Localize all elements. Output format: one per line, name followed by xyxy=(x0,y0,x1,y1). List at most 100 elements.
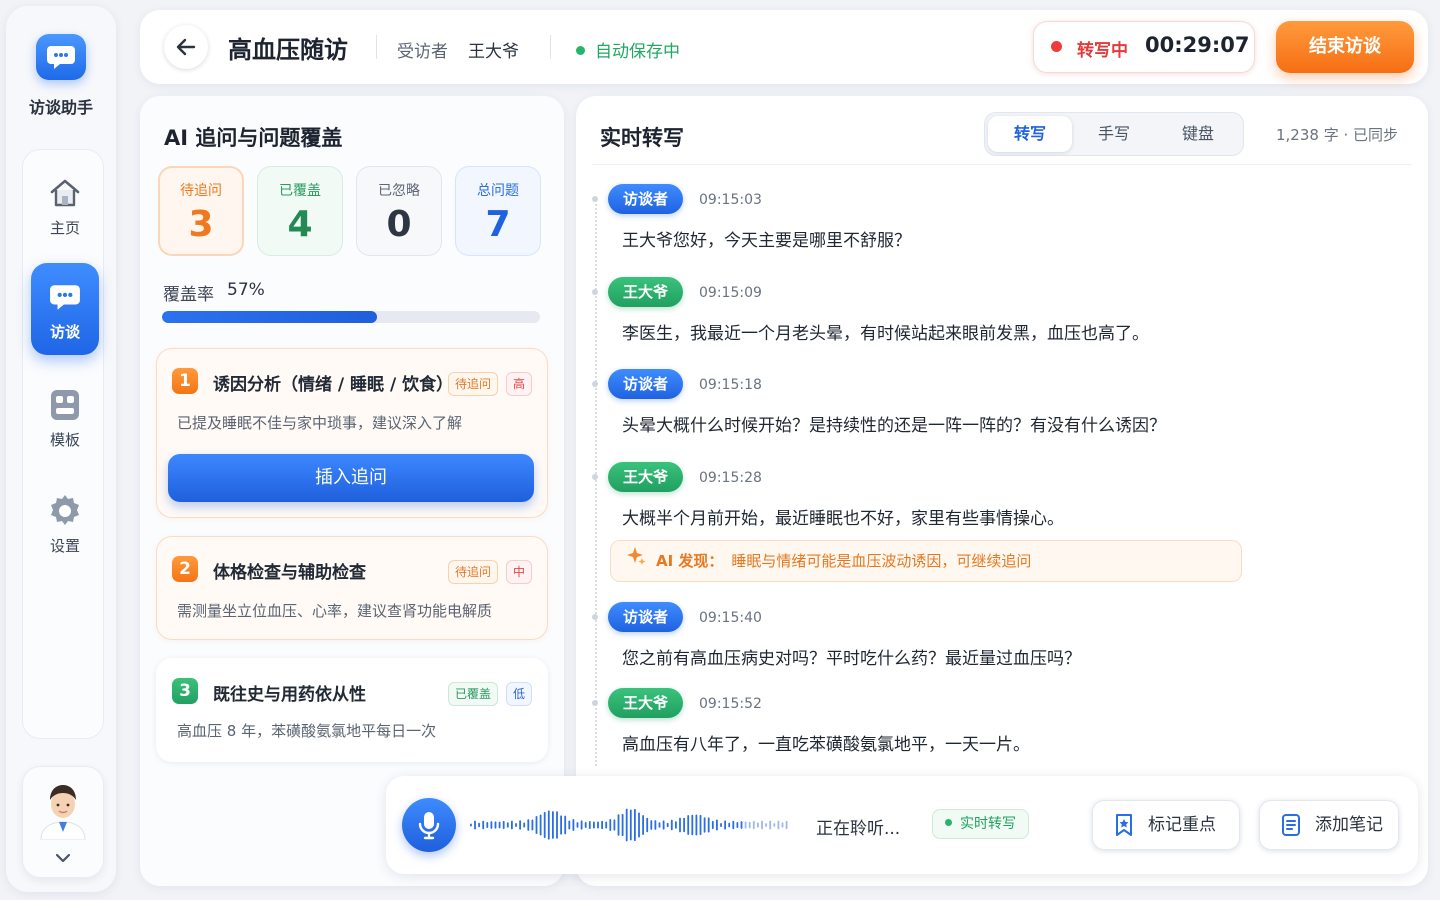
timeline-dot xyxy=(592,614,598,620)
waveform-bar xyxy=(683,817,685,833)
stat-label: 总问题 xyxy=(477,183,519,199)
left-rail: 访谈助手 主页 访谈 模板 设置 xyxy=(6,6,116,892)
insert-followup-button[interactable]: 插入追问 xyxy=(168,454,534,502)
stat-pending[interactable]: 待追问 3 xyxy=(158,166,244,256)
nav-menu: 主页 访谈 模板 设置 xyxy=(22,149,104,739)
waveform-bar xyxy=(740,821,743,829)
waveform-bar xyxy=(695,814,698,836)
waveform-bar xyxy=(662,820,665,830)
note-icon xyxy=(1282,814,1300,836)
end-interview-button[interactable]: 结束访谈 xyxy=(1276,21,1414,73)
status-badge: 待追问 xyxy=(448,372,499,396)
timestamp: 09:15:40 xyxy=(699,610,762,626)
waveform-bar xyxy=(506,822,509,828)
waveform-bar xyxy=(625,808,628,842)
waveform-bar xyxy=(498,821,501,829)
waveform-bar xyxy=(773,823,776,827)
waveform-bar xyxy=(650,820,653,830)
transcript-message[interactable]: 访谈者 09:15:40 您之前有高血压病史对吗？平时吃什么药？最近量过血压吗？ xyxy=(592,602,1408,669)
waveform-bar xyxy=(515,822,517,828)
stat-ignored[interactable]: 已忽略 0 xyxy=(356,166,442,256)
waveform-bar xyxy=(605,821,608,829)
coverage-progress-bar xyxy=(162,311,540,323)
question-card[interactable]: 1 诱因分析（情绪 / 睡眠 / 饮食） 待追问 高 已提及睡眠不佳与家中琐事，… xyxy=(156,348,548,518)
waveform-bar xyxy=(785,820,788,830)
waveform-bar xyxy=(736,821,739,829)
divider xyxy=(550,35,551,59)
question-desc: 已提及睡眠不佳与家中琐事，建议深入了解 xyxy=(177,414,463,432)
waveform-bar xyxy=(539,814,542,836)
question-card[interactable]: 3 既往史与用药依从性 已覆盖 低 高血压 8 年，苯磺酸氨氯地平每日一次 xyxy=(156,658,548,762)
waveform-bar xyxy=(752,820,755,830)
waveform-bar xyxy=(593,821,595,829)
tab-transcribe[interactable]: 转写 xyxy=(988,116,1072,152)
tab-keyboard[interactable]: 键盘 xyxy=(1156,116,1240,152)
waveform-bar xyxy=(568,820,571,830)
recording-label: 转写中 xyxy=(1077,41,1128,61)
stat-total[interactable]: 总问题 7 xyxy=(455,166,541,256)
coverage-rate-value: 57% xyxy=(227,280,265,300)
recording-indicator: 转写中 00:29:07 xyxy=(1033,21,1255,73)
message-text: 头晕大概什么时候开始？是持续性的还是一阵一阵的？有没有什么诱因？ xyxy=(622,416,1166,436)
transcript-message[interactable]: 访谈者 09:15:18 头晕大概什么时候开始？是持续性的还是一阵一阵的？有没有什… xyxy=(592,369,1408,436)
waveform-bar xyxy=(748,821,751,829)
waveform-bar xyxy=(744,821,747,829)
mark-highlight-button[interactable]: 标记重点 xyxy=(1092,800,1240,850)
realtime-badge: 实时转写 xyxy=(932,809,1029,839)
waveform-bar xyxy=(552,811,554,839)
timestamp: 09:15:52 xyxy=(699,696,762,712)
back-button[interactable] xyxy=(164,25,208,69)
message-text: 高血压有八年了，一直吃苯磺酸氨氯地平，一天一片。 xyxy=(622,735,1030,755)
chevron-down-icon[interactable] xyxy=(53,848,73,868)
priority-badge: 低 xyxy=(506,682,533,706)
realtime-label: 实时转写 xyxy=(960,816,1016,832)
word-count: 1,238 字 · 已同步 xyxy=(1276,126,1399,144)
waveform-bar xyxy=(527,819,530,831)
waveform-bar xyxy=(478,822,480,828)
brand: 访谈助手 xyxy=(6,34,116,118)
nav-item-interview[interactable]: 访谈 xyxy=(31,263,99,355)
waveform-bar xyxy=(543,811,546,839)
waveform-bar xyxy=(654,820,657,830)
waveform-bar xyxy=(679,817,681,833)
question-card[interactable]: 2 体格检查与辅助检查 待追问 中 需测量坐立位血压、心率，建议查肾功能电解质 xyxy=(156,536,548,640)
waveform-bar xyxy=(474,820,476,830)
waveform-bar xyxy=(584,822,587,828)
nav-item-template[interactable]: 模板 xyxy=(31,371,99,463)
waveform-bar xyxy=(761,820,763,830)
waveform-bar xyxy=(724,820,726,830)
waveform-bar xyxy=(588,821,591,829)
waveform-bar xyxy=(576,822,579,828)
gear-icon xyxy=(47,493,83,529)
stat-covered[interactable]: 已覆盖 4 xyxy=(257,166,343,256)
waveform-bar xyxy=(486,822,489,828)
waveform-bar xyxy=(777,820,780,830)
transcript-message[interactable]: 王大爷 09:15:52 高血压有八年了，一直吃苯磺酸氨氯地平，一天一片。 xyxy=(592,688,1408,755)
transcript-message[interactable]: 王大爷 09:15:09 李医生，我最近一个月老头晕，有时候站起来眼前发黑，血压也… xyxy=(592,277,1408,344)
user-menu[interactable] xyxy=(22,766,104,878)
speaker-badge: 王大爷 xyxy=(608,462,684,492)
waveform-bar xyxy=(691,814,694,836)
transcript-message[interactable]: 访谈者 09:15:03 王大爷您好，今天主要是哪里不舒服？ xyxy=(592,184,1408,251)
coverage-panel: AI 追问与问题覆盖 待追问 3 已覆盖 4 已忽略 0 总问题 7 覆盖率 5… xyxy=(140,96,564,886)
timeline-dot xyxy=(592,196,598,202)
ai-insight[interactable]: AI 发现： 睡眠与情绪可能是血压波动诱因，可继续追问 xyxy=(610,540,1242,582)
microphone-button[interactable] xyxy=(402,798,456,852)
nav-item-settings[interactable]: 设置 xyxy=(31,477,99,569)
priority-badge: 高 xyxy=(506,372,533,396)
waveform-bar xyxy=(732,820,735,830)
tab-handwriting[interactable]: 手写 xyxy=(1072,116,1156,152)
waveform-bar xyxy=(580,820,583,830)
waveform-bar xyxy=(519,820,521,830)
question-title: 既往史与用药依从性 xyxy=(213,685,366,705)
waveform-bar xyxy=(613,819,616,831)
waveform-bar xyxy=(707,817,710,833)
add-note-button[interactable]: 添加笔记 xyxy=(1259,800,1399,850)
stat-label: 已覆盖 xyxy=(279,183,321,199)
question-number: 1 xyxy=(172,368,198,394)
waveform-bar xyxy=(699,814,702,836)
nav-item-home[interactable]: 主页 xyxy=(31,159,99,251)
message-text: 您之前有高血压病史对吗？平时吃什么药？最近量过血压吗？ xyxy=(622,649,1081,669)
waveform-bar xyxy=(531,819,534,831)
transcript-message[interactable]: 王大爷 09:15:28 大概半个月前开始，最近睡眠也不好，家里有些事情操心。 xyxy=(592,462,1408,529)
